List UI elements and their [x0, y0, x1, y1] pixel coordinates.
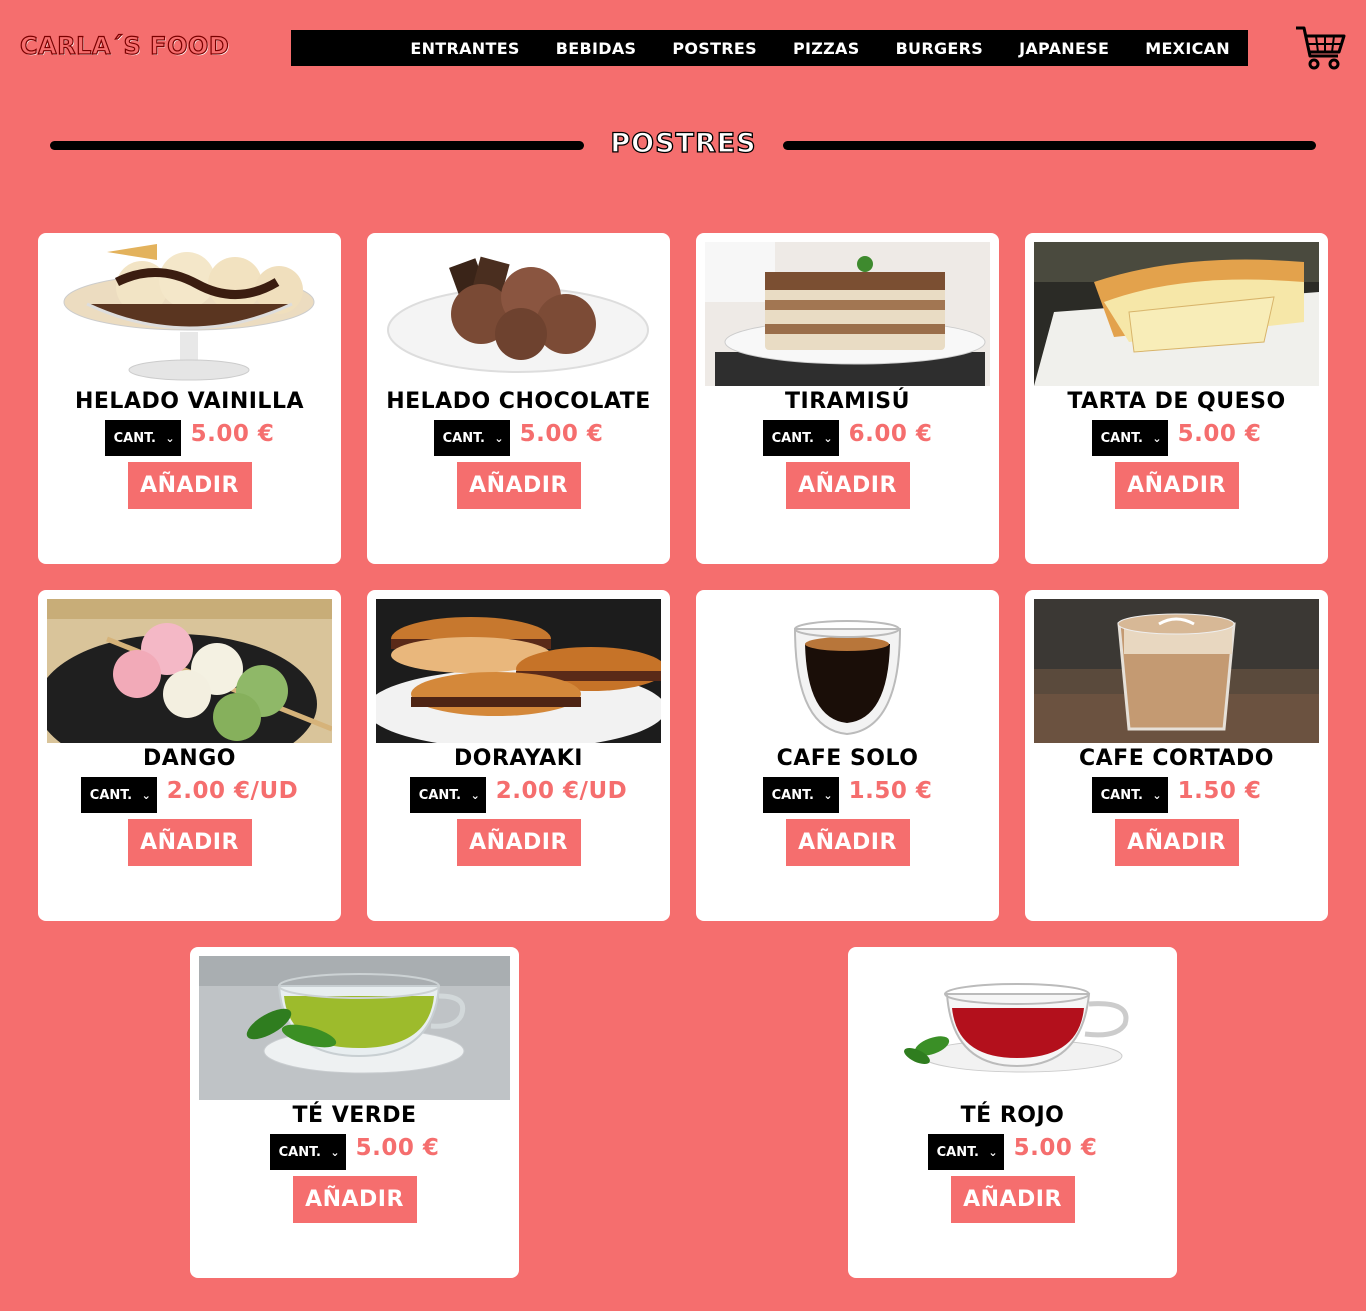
tiramisu-image — [705, 242, 990, 386]
chevron-down-icon: ⌄ — [330, 1145, 340, 1159]
product-card-te-rojo: TÉ ROJO CANT. ⌄ 5.00 € AÑADIR — [848, 947, 1177, 1278]
quantity-select[interactable]: CANT. ⌄ — [1091, 420, 1168, 456]
divider-right — [783, 141, 1316, 150]
product-card-dango: DANGO CANT. ⌄ 2.00 €/UD AÑADIR — [38, 590, 341, 921]
product-name: HELADO CHOCOLATE — [386, 389, 651, 414]
main-nav: ENTRANTES BEBIDAS POSTRES PIZZAS BURGERS… — [291, 30, 1248, 66]
red-tea-image — [857, 956, 1168, 1100]
product-name: DORAYAKI — [454, 746, 583, 771]
add-to-cart-button[interactable]: AÑADIR — [127, 819, 252, 866]
nav-item-postres[interactable]: POSTRES — [672, 39, 757, 58]
chocolate-ice-cream-image — [376, 242, 661, 386]
product-price: 1.50 € — [848, 778, 933, 804]
dorayaki-image — [376, 599, 661, 743]
chevron-down-icon: ⌄ — [494, 431, 504, 445]
nav-item-japanese[interactable]: JAPANESE — [1019, 39, 1109, 58]
add-to-cart-button[interactable]: AÑADIR — [127, 462, 252, 509]
product-name: DANGO — [143, 746, 236, 771]
nav-item-mexican[interactable]: MEXICAN — [1145, 39, 1230, 58]
product-card-helado-vainilla: HELADO VAINILLA CANT. ⌄ 5.00 € AÑADIR — [38, 233, 341, 564]
add-to-cart-button[interactable]: AÑADIR — [1114, 462, 1239, 509]
nav-item-burgers[interactable]: BURGERS — [896, 39, 984, 58]
product-card-helado-chocolate: HELADO CHOCOLATE CANT. ⌄ 5.00 € AÑADIR — [367, 233, 670, 564]
product-card-cafe-cortado: CAFE CORTADO CANT. ⌄ 1.50 € AÑADIR — [1025, 590, 1328, 921]
product-name: CAFE CORTADO — [1079, 746, 1274, 771]
product-name: TÉ VERDE — [292, 1103, 417, 1128]
quantity-select[interactable]: CANT. ⌄ — [927, 1134, 1004, 1170]
chevron-down-icon: ⌄ — [823, 788, 833, 802]
chevron-down-icon: ⌄ — [823, 431, 833, 445]
quantity-select[interactable]: CANT. ⌄ — [762, 777, 839, 813]
green-tea-image — [199, 956, 510, 1100]
product-price: 2.00 €/UD — [495, 778, 628, 804]
quantity-select[interactable]: CANT. ⌄ — [269, 1134, 346, 1170]
quantity-select[interactable]: CANT. ⌄ — [433, 420, 510, 456]
add-to-cart-button[interactable]: AÑADIR — [785, 462, 910, 509]
chevron-down-icon: ⌄ — [470, 788, 480, 802]
product-card-tarta-de-queso: TARTA DE QUESO CANT. ⌄ 5.00 € AÑADIR — [1025, 233, 1328, 564]
product-card-cafe-solo: CAFE SOLO CANT. ⌄ 1.50 € AÑADIR — [696, 590, 999, 921]
shopping-cart-icon[interactable] — [1294, 24, 1346, 72]
product-price: 5.00 € — [519, 421, 604, 447]
nav-item-pizzas[interactable]: PIZZAS — [793, 39, 860, 58]
product-price: 5.00 € — [1177, 421, 1262, 447]
product-card-te-verde: TÉ VERDE CANT. ⌄ 5.00 € AÑADIR — [190, 947, 519, 1278]
product-price: 5.00 € — [1013, 1135, 1098, 1161]
quantity-select[interactable]: CANT. ⌄ — [104, 420, 181, 456]
quantity-select[interactable]: CANT. ⌄ — [80, 777, 157, 813]
product-price: 1.50 € — [1177, 778, 1262, 804]
product-name: CAFE SOLO — [776, 746, 919, 771]
cortado-image — [1034, 599, 1319, 743]
site-logo[interactable]: CARLA´S FOOD — [19, 31, 229, 60]
nav-item-bebidas[interactable]: BEBIDAS — [556, 39, 637, 58]
product-name: HELADO VAINILLA — [74, 389, 304, 414]
espresso-image — [705, 599, 990, 743]
dango-image — [47, 599, 332, 743]
product-price: 5.00 € — [190, 421, 275, 447]
quantity-select[interactable]: CANT. ⌄ — [1091, 777, 1168, 813]
chevron-down-icon: ⌄ — [141, 788, 151, 802]
section-title: POSTRES — [610, 127, 757, 159]
product-card-dorayaki: DORAYAKI CANT. ⌄ 2.00 €/UD AÑADIR — [367, 590, 670, 921]
add-to-cart-button[interactable]: AÑADIR — [785, 819, 910, 866]
cheesecake-image — [1034, 242, 1319, 386]
chevron-down-icon: ⌄ — [165, 431, 175, 445]
nav-item-entrantes[interactable]: ENTRANTES — [410, 39, 519, 58]
add-to-cart-button[interactable]: AÑADIR — [1114, 819, 1239, 866]
vanilla-ice-cream-image — [47, 242, 332, 386]
add-to-cart-button[interactable]: AÑADIR — [292, 1176, 417, 1223]
product-price: 5.00 € — [355, 1135, 440, 1161]
product-card-tiramisu: TIRAMISÚ CANT. ⌄ 6.00 € AÑADIR — [696, 233, 999, 564]
section-header: POSTRES — [50, 127, 1316, 164]
product-name: TIRAMISÚ — [785, 389, 910, 414]
quantity-select[interactable]: CANT. ⌄ — [762, 420, 839, 456]
product-name: TÉ ROJO — [960, 1103, 1065, 1128]
chevron-down-icon: ⌄ — [1152, 788, 1162, 802]
add-to-cart-button[interactable]: AÑADIR — [456, 462, 581, 509]
add-to-cart-button[interactable]: AÑADIR — [950, 1176, 1075, 1223]
divider-left — [50, 141, 584, 150]
chevron-down-icon: ⌄ — [1152, 431, 1162, 445]
chevron-down-icon: ⌄ — [988, 1145, 998, 1159]
add-to-cart-button[interactable]: AÑADIR — [456, 819, 581, 866]
product-name: TARTA DE QUESO — [1067, 389, 1286, 414]
product-price: 6.00 € — [848, 421, 933, 447]
product-price: 2.00 €/UD — [166, 778, 299, 804]
quantity-select[interactable]: CANT. ⌄ — [409, 777, 486, 813]
